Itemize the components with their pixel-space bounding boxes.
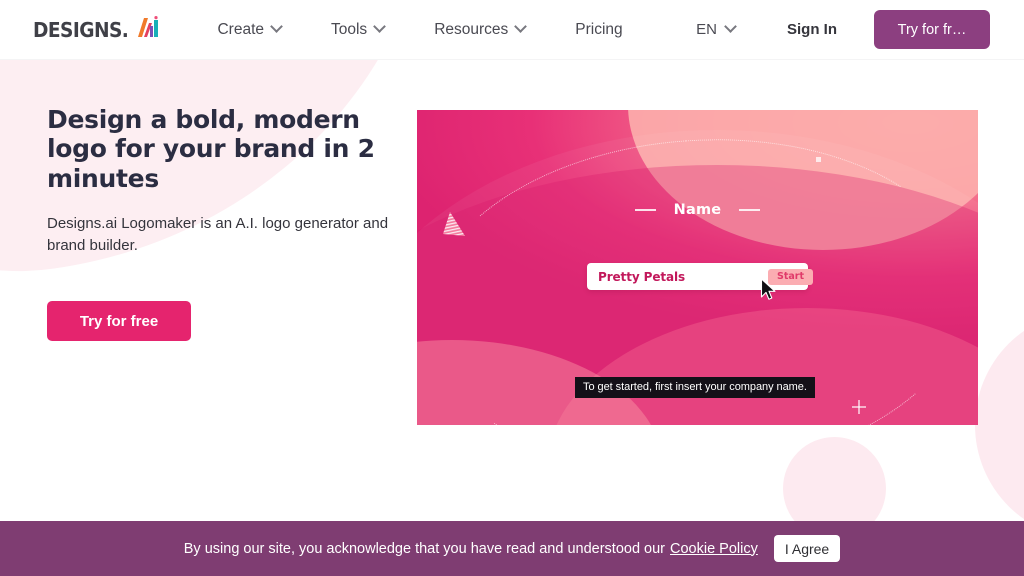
language-selector[interactable]: EN	[696, 20, 737, 38]
dash-right-icon	[739, 209, 761, 211]
pink-circle-right	[975, 310, 1024, 540]
nav-item-resources[interactable]: Resources	[434, 13, 528, 47]
chevron-down-icon	[270, 20, 283, 33]
nav-label-resources: Resources	[434, 20, 509, 38]
nav-item-create[interactable]: Create	[217, 13, 283, 47]
dot-square-decoration	[816, 157, 821, 162]
ai-logo-mark-icon	[136, 16, 162, 43]
header-try-for-free-button[interactable]: Try for fr…	[874, 10, 990, 49]
chevron-down-icon	[514, 20, 528, 33]
sign-in-link[interactable]: Sign In	[787, 21, 837, 38]
main-navigation: Create Tools Resources Pricing	[217, 13, 623, 47]
dash-left-icon	[634, 209, 656, 211]
cookie-consent-banner: By using our site, you acknowledge that …	[0, 521, 1024, 576]
nav-label-create: Create	[217, 20, 264, 38]
hero-try-for-free-button[interactable]: Try for free	[47, 301, 191, 342]
step-name-header: Name	[417, 202, 978, 218]
chevron-down-icon	[373, 20, 387, 33]
cookie-agree-button[interactable]: I Agree	[773, 535, 841, 562]
header-right-actions: EN Sign In Try for fr…	[696, 10, 990, 49]
plus-deco-icon	[852, 400, 866, 414]
company-name-input[interactable]	[587, 269, 768, 284]
brand-wordmark: DESIGNS.	[33, 17, 129, 42]
nav-label-pricing: Pricing	[575, 20, 623, 38]
cookie-policy-link[interactable]: Cookie Policy	[670, 541, 758, 557]
brand-logo[interactable]: DESIGNS.	[33, 16, 162, 43]
chevron-down-icon	[724, 20, 737, 33]
nav-label-tools: Tools	[331, 20, 368, 38]
onboarding-tooltip: To get started, first insert your compan…	[575, 377, 815, 398]
nav-item-tools[interactable]: Tools	[331, 13, 387, 47]
hero-subtitle: Designs.ai Logomaker is an A.I. logo gen…	[47, 214, 389, 254]
nav-item-pricing[interactable]: Pricing	[575, 13, 622, 47]
cookie-banner-text: By using our site, you acknowledge that …	[183, 540, 665, 557]
mouse-pointer-icon	[760, 278, 778, 307]
hero-copy-block: Design a bold, modern logo for your bran…	[47, 105, 397, 342]
site-header: DESIGNS. Create Tools Resources Pricing	[0, 0, 1024, 60]
step-name-label: Name	[673, 202, 722, 218]
language-label: EN	[696, 21, 717, 38]
logomaker-preview-panel: Name Start To get started, first insert …	[417, 110, 978, 425]
page-title: Design a bold, modern logo for your bran…	[47, 105, 375, 193]
